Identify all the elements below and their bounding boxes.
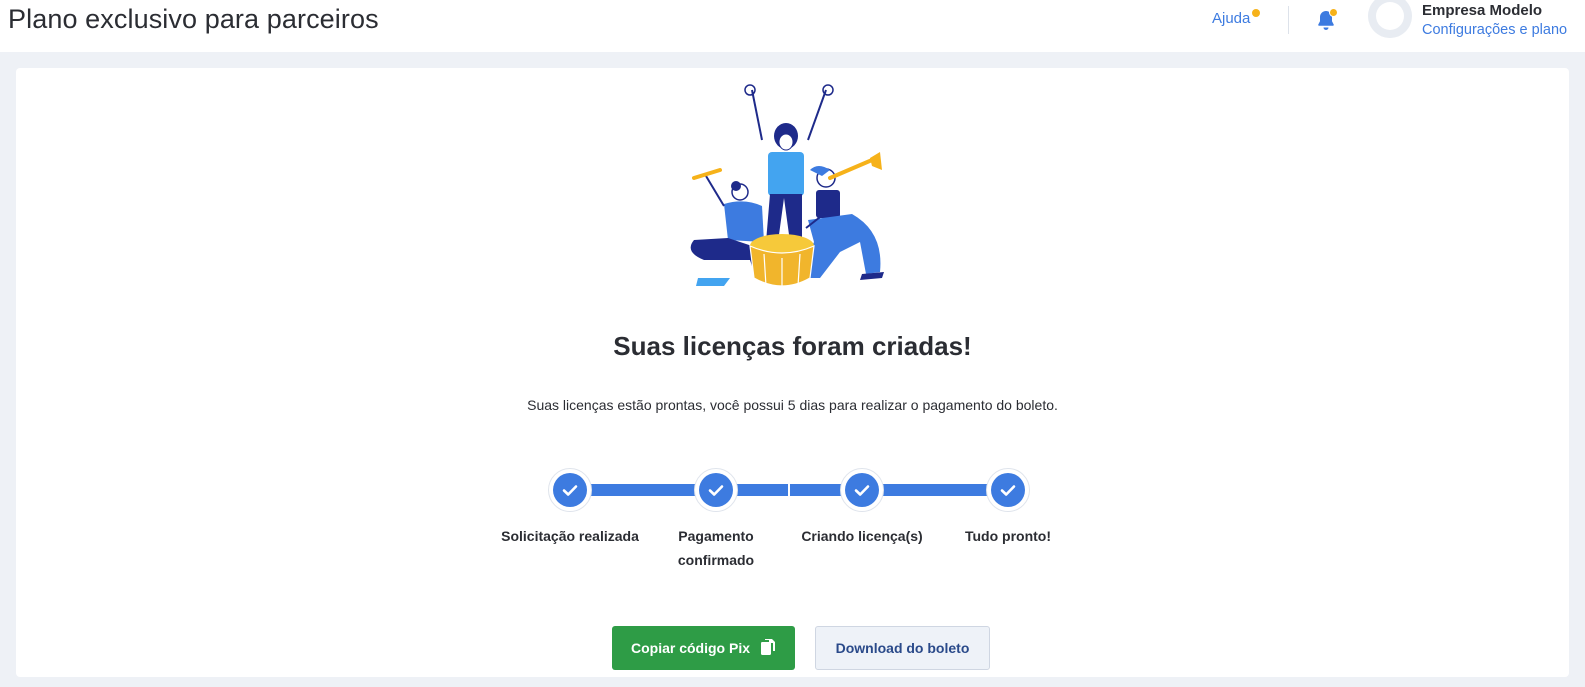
download-boleto-label: Download do boleto: [835, 640, 970, 656]
copy-pix-label: Copiar código Pix: [630, 640, 750, 656]
copy-pix-button[interactable]: Copiar código Pix: [612, 626, 795, 670]
success-headline: Suas licenças foram criadas!: [613, 331, 972, 361]
notification-dot: [1329, 8, 1338, 17]
step-label: Pagamento confirmado: [677, 528, 755, 568]
check-icon: [845, 473, 879, 507]
header-divider: [1288, 6, 1289, 34]
top-bar: Plano exclusivo para parceiros Ajuda Emp…: [0, 0, 1585, 52]
check-icon: [553, 473, 587, 507]
download-boleto-button[interactable]: Download do boleto: [815, 626, 990, 670]
help-link[interactable]: Ajuda: [1212, 10, 1250, 27]
step-circle: [694, 468, 738, 512]
check-icon: [991, 473, 1025, 507]
stepper-track-right: [790, 484, 1010, 496]
step-circle: [986, 468, 1030, 512]
celebration-illustration: [684, 82, 894, 292]
help-notification-dot: [1252, 9, 1260, 17]
copy-icon: [760, 638, 776, 659]
step-label: Solicitação realizada: [501, 528, 639, 544]
check-icon: [699, 473, 733, 507]
step-circle: [840, 468, 884, 512]
stepper-track-left: [570, 484, 788, 496]
step-circle: [548, 468, 592, 512]
step-label: Tudo pronto!: [964, 528, 1052, 544]
step-label: Criando licença(s): [801, 528, 923, 544]
avatar[interactable]: [1368, 0, 1412, 38]
success-description: Suas licenças estão prontas, você possui…: [527, 397, 1058, 413]
company-name: Empresa Modelo: [1422, 2, 1543, 19]
page-title: Plano exclusivo para parceiros: [8, 4, 379, 34]
progress-stepper: Solicitação realizada Pagamento confirma…: [501, 468, 1070, 578]
settings-and-plan-link[interactable]: Configurações e plano: [1422, 22, 1567, 38]
